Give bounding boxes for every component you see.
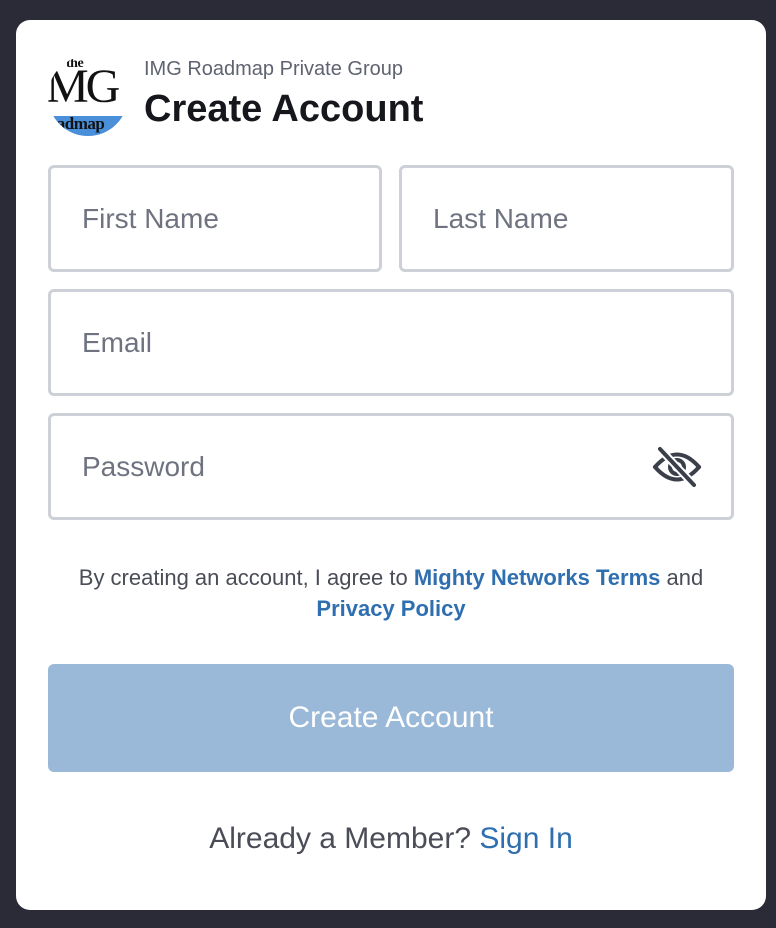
terms-link[interactable]: Mighty Networks Terms bbox=[414, 565, 661, 590]
email-input[interactable] bbox=[51, 292, 731, 393]
eye-off-icon[interactable] bbox=[651, 444, 703, 490]
password-input[interactable] bbox=[51, 416, 731, 517]
first-name-input[interactable] bbox=[51, 168, 379, 269]
signin-row: Already a Member? Sign In bbox=[48, 822, 734, 856]
first-name-field[interactable] bbox=[48, 165, 382, 272]
email-field[interactable] bbox=[48, 289, 734, 396]
signin-prompt: Already a Member? bbox=[209, 822, 480, 855]
terms-conjunction: and bbox=[660, 565, 704, 590]
terms-prefix: By creating an account, I agree to bbox=[78, 565, 414, 590]
last-name-field[interactable] bbox=[399, 165, 734, 272]
signup-card: the MG roadmap IMG Roadmap Private Group… bbox=[16, 20, 766, 910]
group-name: IMG Roadmap Private Group bbox=[144, 58, 403, 80]
logo-main-text: MG bbox=[48, 60, 120, 113]
password-field[interactable] bbox=[48, 413, 734, 520]
logo-bottom-text: roadmap bbox=[48, 114, 105, 133]
page-title: Create Account bbox=[144, 88, 424, 130]
last-name-input[interactable] bbox=[402, 168, 731, 269]
header: the MG roadmap IMG Roadmap Private Group… bbox=[48, 56, 738, 148]
terms-notice: By creating an account, I agree to Might… bbox=[48, 562, 734, 624]
privacy-policy-link[interactable]: Privacy Policy bbox=[316, 596, 465, 621]
create-account-button[interactable]: Create Account bbox=[48, 664, 734, 772]
sign-in-link[interactable]: Sign In bbox=[479, 822, 572, 855]
group-logo: the MG roadmap bbox=[48, 56, 128, 136]
